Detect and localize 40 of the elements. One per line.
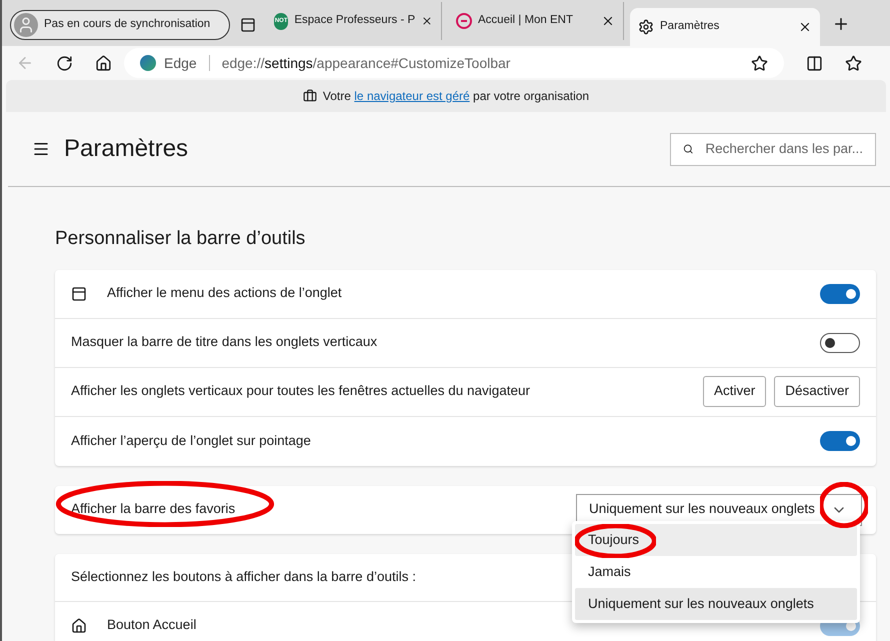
briefcase-icon — [302, 89, 317, 103]
new-tab-icon[interactable] — [832, 15, 850, 33]
reload-icon[interactable] — [56, 54, 73, 72]
address-bar[interactable]: Edge edge://settings/appearance#CustomizeToolbar — [124, 48, 784, 78]
toggle-switch[interactable] — [820, 284, 860, 304]
browser-tab[interactable]: Paramètres — [630, 8, 820, 46]
action-button[interactable]: Désactiver — [774, 376, 860, 407]
action-button[interactable]: Activer — [702, 376, 766, 407]
toggle-switch[interactable] — [820, 431, 860, 451]
home-icon[interactable] — [95, 54, 112, 72]
url-text: edge://settings/appearance#CustomizeToolbar — [222, 54, 512, 73]
dropdown-option[interactable]: Uniquement sur les nouveaux onglets — [575, 588, 857, 620]
split-screen-icon[interactable] — [806, 54, 823, 72]
close-icon[interactable] — [601, 14, 615, 28]
setting-label: Masquer la barre de titre dans les onglets verticaux — [71, 333, 378, 352]
setting-label: Bouton Accueil — [107, 616, 198, 634]
dropdown-option[interactable]: Jamais — [575, 556, 857, 588]
setting-label: Afficher l’aperçu de l’onglet sur pointage — [71, 432, 312, 450]
favorites-icon[interactable] — [845, 54, 862, 72]
toggle-switch[interactable] — [820, 332, 860, 352]
tab-actions-icon[interactable] — [240, 17, 256, 33]
avatar-icon — [14, 13, 38, 37]
search-field[interactable]: Rechercher dans les par... — [670, 132, 876, 166]
setting-label: Afficher le menu des actions de l’onglet — [107, 284, 343, 302]
managed-notice: Votre le navigateur est géré par votre organisation — [322, 88, 590, 105]
dropdown-option[interactable]: Toujours — [575, 524, 857, 556]
section-title: Personnaliser la barre d’outils — [55, 227, 306, 251]
tab-favicon — [456, 13, 472, 29]
close-icon[interactable] — [798, 20, 812, 34]
setting-label: Sélectionnez les boutons à afficher dans la barre d’outils : — [71, 568, 416, 586]
favorite-star-icon[interactable] — [751, 54, 768, 72]
menu-icon[interactable] — [32, 140, 50, 158]
setting-label: Afficher les onglets verticaux pour toutes les fenêtres actuelles du navigateur — [71, 382, 532, 400]
profile-button[interactable]: Pas en cours de synchronisation — [10, 10, 230, 40]
browser-tab[interactable]: Accueil | Mon ENT — [448, 2, 624, 40]
setting-label: Afficher la barre des favoris — [71, 500, 236, 518]
managed-link[interactable]: le navigateur est géré — [354, 89, 470, 103]
home-icon — [71, 618, 87, 634]
gear-icon — [638, 19, 654, 35]
page-title: Paramètres — [64, 134, 188, 164]
